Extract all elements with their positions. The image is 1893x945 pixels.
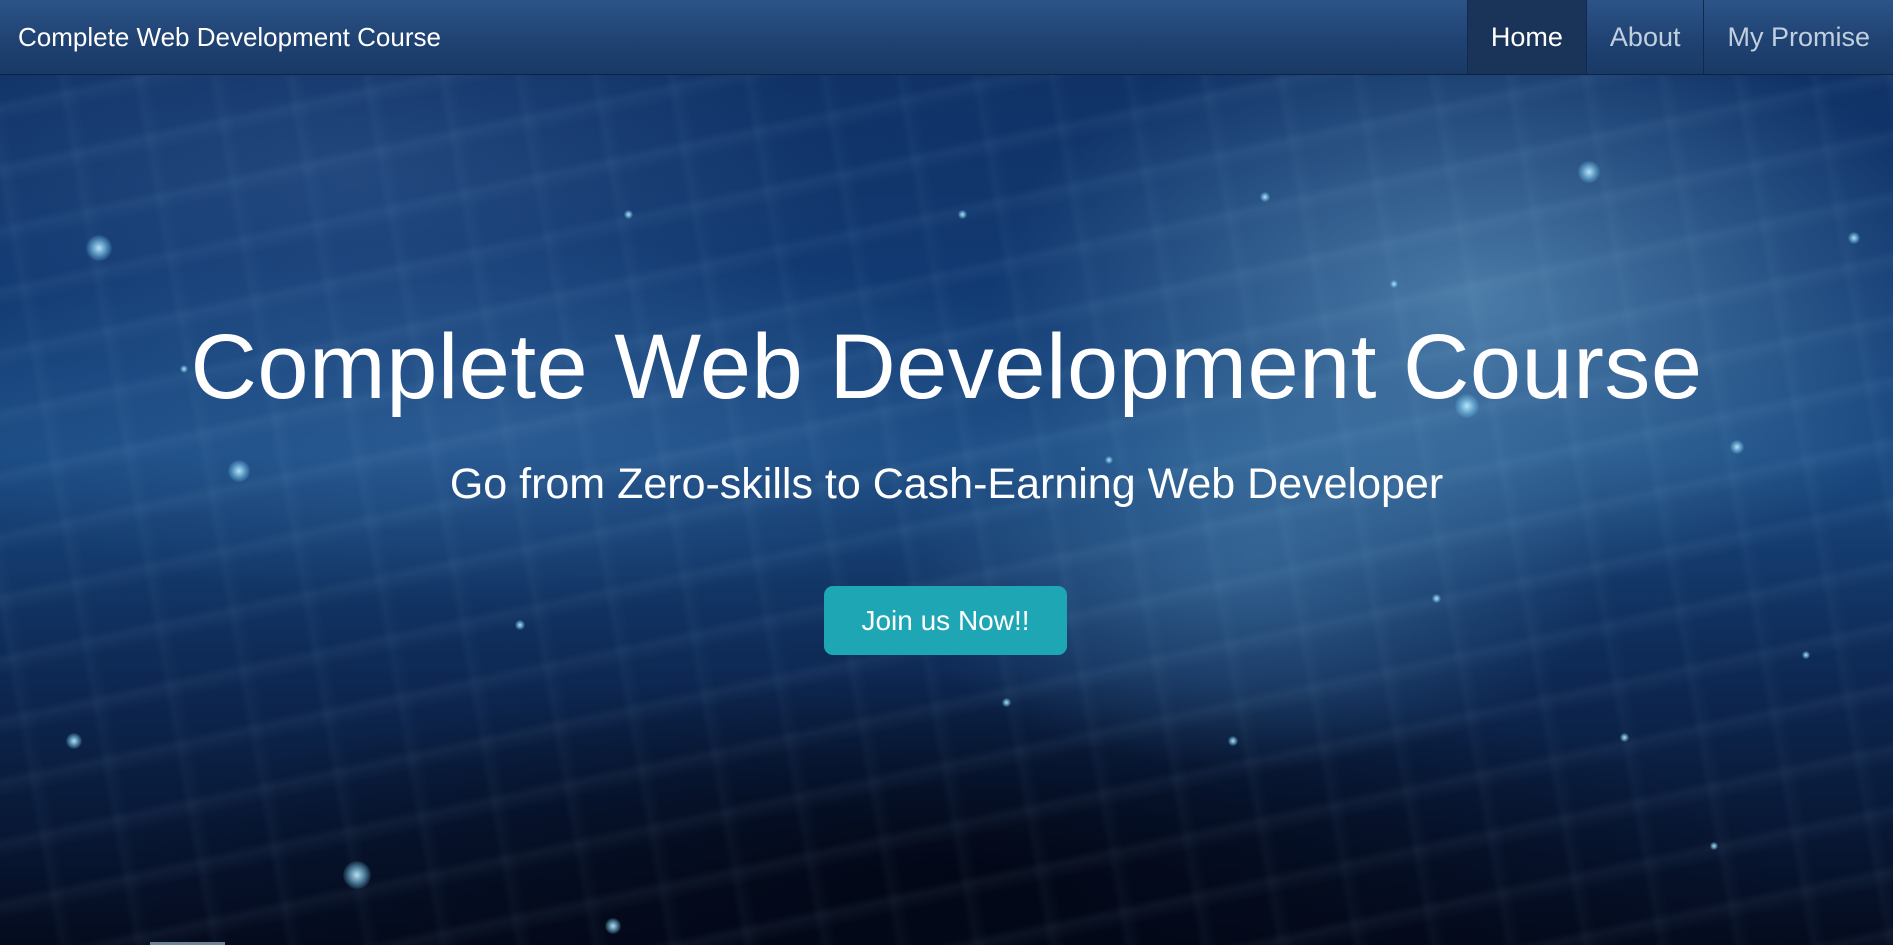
hero-subtitle: Go from Zero-skills to Cash-Earning Web … — [449, 460, 1444, 508]
hero-title: Complete Web Development Course — [190, 316, 1703, 418]
nav-link-about[interactable]: About — [1585, 0, 1704, 74]
nav-link-my-promise[interactable]: My Promise — [1703, 0, 1893, 74]
hero-section: Complete Web Development Course Go from … — [0, 75, 1893, 945]
navbar-brand[interactable]: Complete Web Development Course — [18, 0, 441, 74]
nav-links: Home About My Promise — [1466, 0, 1893, 74]
top-navbar: Complete Web Development Course Home Abo… — [0, 0, 1893, 75]
nav-link-home[interactable]: Home — [1466, 0, 1586, 74]
landing-page: Complete Web Development Course Home Abo… — [0, 0, 1893, 945]
join-us-button[interactable]: Join us Now!! — [824, 586, 1067, 655]
